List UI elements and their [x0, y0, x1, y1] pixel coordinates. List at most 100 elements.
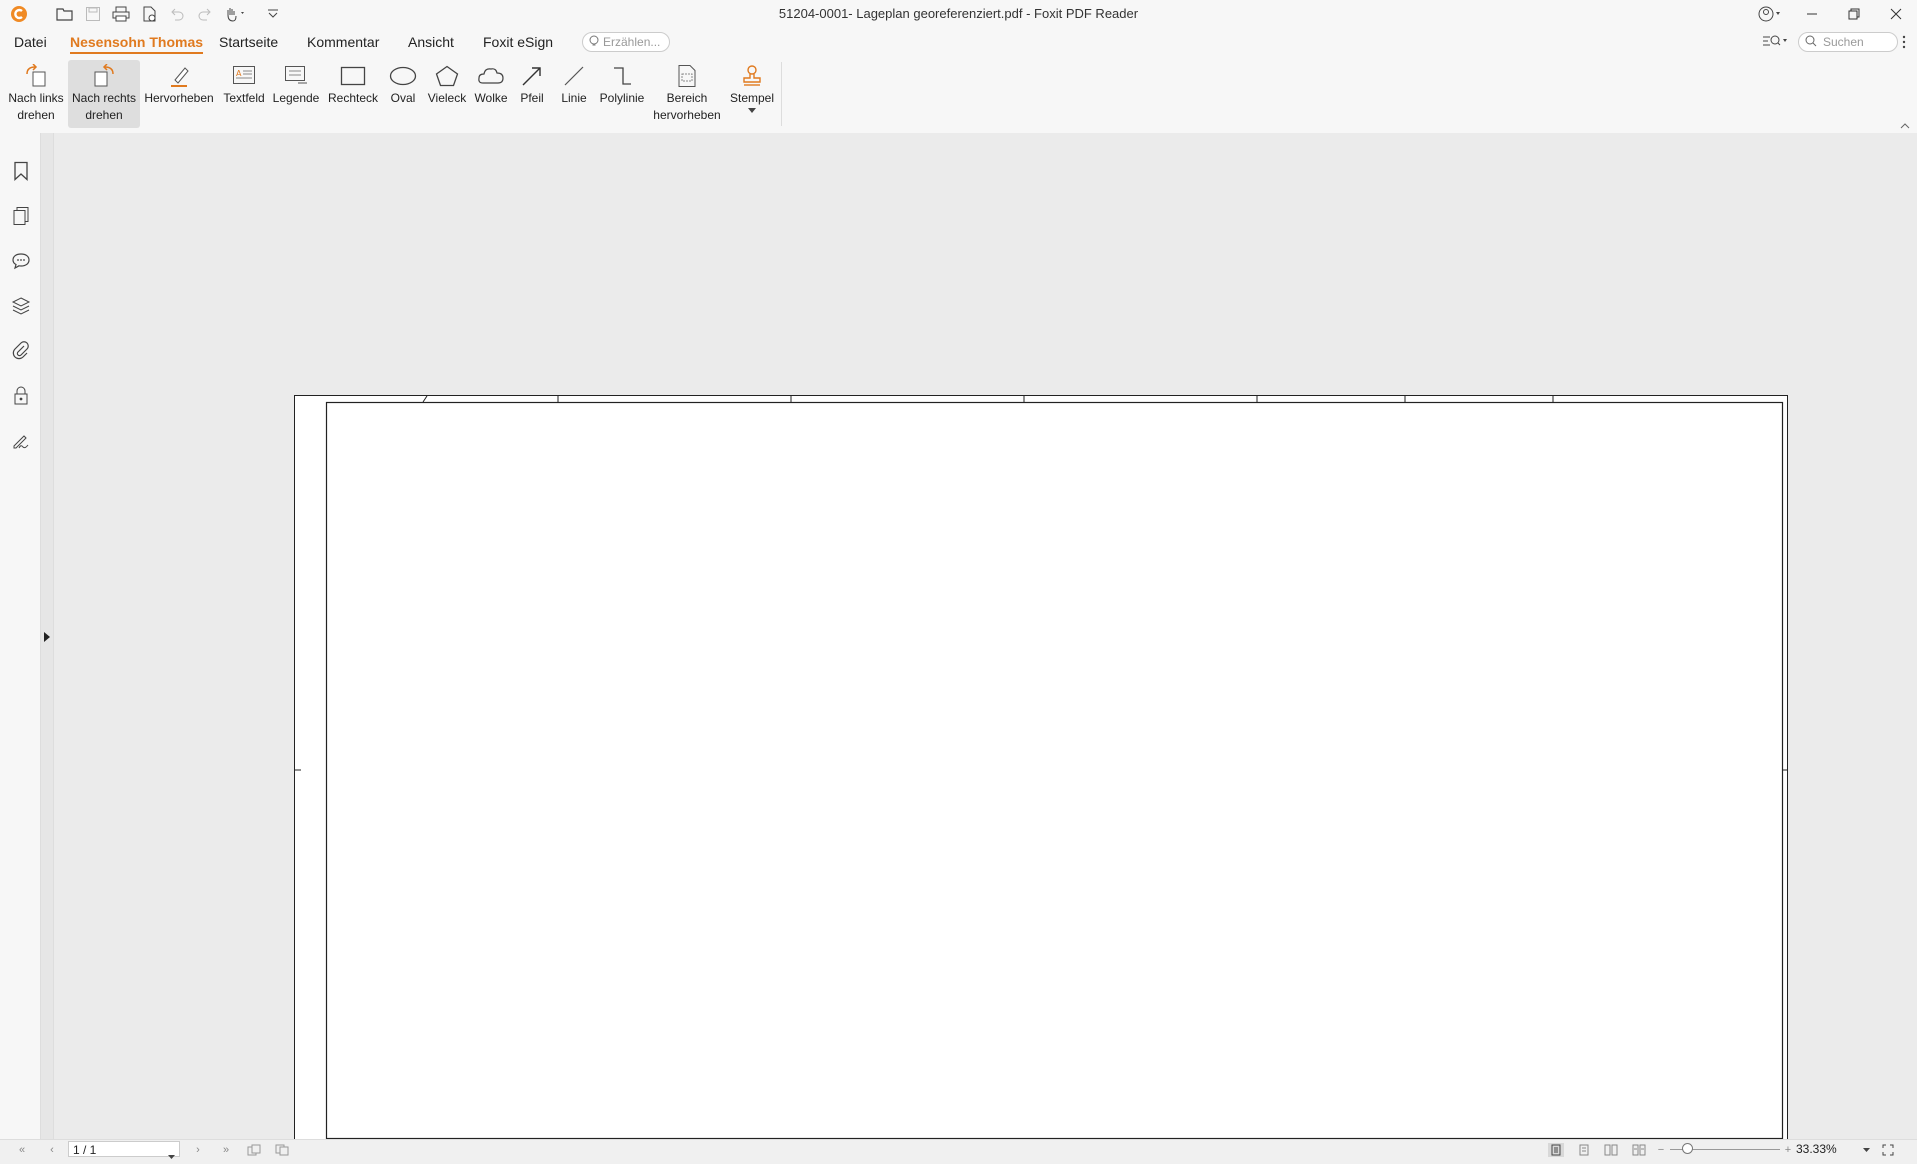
- menu-startseite[interactable]: Startseite: [219, 34, 278, 50]
- tool-label: drehen: [17, 108, 55, 122]
- undo-icon[interactable]: [166, 4, 188, 24]
- tool-label: Hervorheben: [144, 91, 214, 105]
- security-icon[interactable]: [10, 385, 32, 407]
- print-icon[interactable]: [110, 4, 132, 24]
- previous-view-icon[interactable]: [246, 1143, 262, 1157]
- single-page-view-icon[interactable]: [1548, 1143, 1564, 1157]
- fullscreen-icon[interactable]: [1880, 1143, 1896, 1157]
- tool-label: Stempel: [729, 91, 775, 105]
- tool-label: Bereich: [666, 91, 708, 105]
- highlight-button[interactable]: Hervorheben: [142, 60, 216, 128]
- tell-me-placeholder: Erzählen...: [603, 35, 661, 49]
- window-controls: [1751, 0, 1917, 28]
- continuous-facing-view-icon[interactable]: [1631, 1143, 1647, 1157]
- document-view[interactable]: [54, 133, 1917, 1146]
- area-highlight-button[interactable]: Bereich hervorheben: [650, 60, 724, 128]
- search-mode-icon: [1762, 34, 1788, 51]
- app-logo-icon[interactable]: [8, 4, 30, 24]
- menu-datei[interactable]: Datei: [14, 34, 47, 50]
- zoom-in-icon[interactable]: +: [1780, 1143, 1796, 1157]
- next-page-icon[interactable]: ›: [190, 1143, 206, 1157]
- menu-kommentar[interactable]: Kommentar: [307, 34, 379, 50]
- pdf-page[interactable]: [294, 395, 1788, 1146]
- customize-icon[interactable]: [262, 4, 284, 24]
- new-doc-icon[interactable]: [138, 4, 160, 24]
- page-dropdown-icon[interactable]: [168, 1148, 175, 1164]
- minimize-icon[interactable]: [1791, 0, 1833, 28]
- lightbulb-icon: [589, 35, 599, 50]
- last-page-icon[interactable]: »: [218, 1143, 234, 1157]
- menu-foxit-esign[interactable]: Foxit eSign: [483, 34, 553, 50]
- redo-icon[interactable]: [194, 4, 216, 24]
- tool-label: Linie: [561, 91, 587, 105]
- signature-icon[interactable]: [10, 430, 32, 452]
- zoom-out-icon[interactable]: −: [1653, 1143, 1669, 1157]
- open-icon[interactable]: [54, 4, 76, 24]
- tool-label: Nach rechts: [71, 91, 137, 105]
- hand-tool-icon[interactable]: [222, 4, 250, 24]
- menu-user-tab[interactable]: Nesensohn Thomas: [70, 34, 204, 54]
- expand-panel-icon[interactable]: [43, 631, 51, 646]
- line-icon: [563, 62, 585, 90]
- page-number-value: 1 / 1: [73, 1143, 97, 1157]
- left-sidebar: [0, 133, 40, 1139]
- menu-bar: Datei Nesensohn Thomas Startseite Kommen…: [0, 28, 1917, 56]
- search-mode-dropdown[interactable]: [1762, 34, 1788, 51]
- account-icon[interactable]: [1751, 0, 1791, 28]
- oval-button[interactable]: Oval: [384, 60, 422, 128]
- first-page-icon[interactable]: «: [14, 1143, 30, 1157]
- svg-text:A: A: [236, 69, 242, 78]
- rotate-left-button[interactable]: Nach links drehen: [4, 60, 68, 128]
- tool-label: Vieleck: [427, 91, 467, 105]
- more-options-icon[interactable]: [1902, 34, 1906, 53]
- layers-icon[interactable]: [10, 295, 32, 317]
- save-icon[interactable]: [82, 4, 104, 24]
- polygon-icon: [435, 62, 459, 90]
- pages-icon[interactable]: [10, 205, 32, 227]
- comments-icon[interactable]: [10, 250, 32, 272]
- ribbon-divider: [781, 62, 782, 126]
- plan-frame-drawing: [295, 396, 1787, 1145]
- cloud-button[interactable]: Wolke: [470, 60, 512, 128]
- polygon-button[interactable]: Vieleck: [424, 60, 470, 128]
- tool-label: Nach links: [8, 91, 64, 105]
- continuous-view-icon[interactable]: [1576, 1143, 1592, 1157]
- stamp-dropdown-icon[interactable]: [748, 107, 756, 114]
- oval-icon: [389, 62, 417, 90]
- tell-me-box[interactable]: Erzählen...: [582, 32, 670, 52]
- zoom-slider-thumb[interactable]: [1682, 1143, 1693, 1154]
- search-icon: [1805, 35, 1817, 50]
- rectangle-button[interactable]: Rechteck: [324, 60, 382, 128]
- line-button[interactable]: Linie: [554, 60, 594, 128]
- status-bar: « ‹ 1 / 1 › » − + 33.33%: [0, 1139, 1917, 1159]
- previous-page-icon[interactable]: ‹: [44, 1143, 60, 1157]
- bookmark-icon[interactable]: [10, 160, 32, 182]
- polyline-button[interactable]: Polylinie: [596, 60, 648, 128]
- tool-label: drehen: [85, 108, 123, 122]
- cloud-icon: [477, 62, 505, 90]
- close-icon[interactable]: [1875, 0, 1917, 28]
- stamp-button[interactable]: Stempel: [726, 60, 778, 128]
- navigation-panel-toggle[interactable]: [40, 133, 54, 1139]
- tool-label: Rechteck: [327, 91, 379, 105]
- restore-icon[interactable]: [1833, 0, 1875, 28]
- textbox-button[interactable]: A Textfeld: [220, 60, 268, 128]
- next-view-icon[interactable]: [274, 1143, 290, 1157]
- zoom-level[interactable]: 33.33%: [1796, 1142, 1837, 1156]
- tool-label: Pfeil: [520, 91, 544, 105]
- area-highlight-icon: [676, 62, 698, 90]
- arrow-button[interactable]: Pfeil: [514, 60, 550, 128]
- attachments-icon[interactable]: [10, 340, 32, 362]
- rotate-right-button[interactable]: Nach rechts drehen: [68, 60, 140, 128]
- page-number-input[interactable]: 1 / 1: [68, 1141, 180, 1159]
- callout-button[interactable]: Legende: [270, 60, 322, 128]
- title-bar: 51204-0001- Lageplan georeferenziert.pdf…: [0, 0, 1917, 28]
- tool-label: Wolke: [474, 91, 508, 105]
- collapse-ribbon-icon[interactable]: [1900, 118, 1910, 133]
- arrow-icon: [521, 62, 543, 90]
- facing-view-icon[interactable]: [1603, 1143, 1619, 1157]
- tool-label: hervorheben: [653, 108, 721, 122]
- menu-ansicht[interactable]: Ansicht: [408, 34, 454, 50]
- search-box[interactable]: Suchen: [1798, 32, 1898, 52]
- zoom-dropdown-icon[interactable]: [1858, 1143, 1874, 1157]
